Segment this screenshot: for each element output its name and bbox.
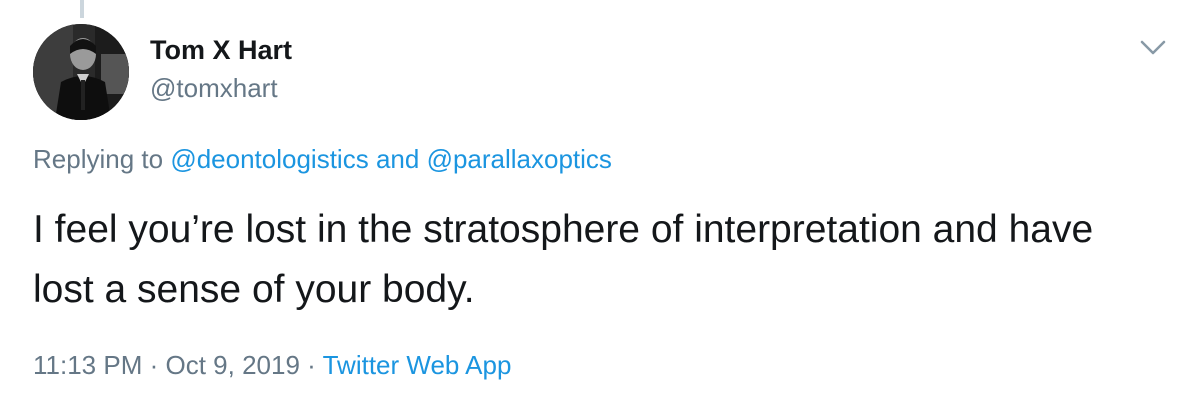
meta-separator: · [149,350,159,380]
mention-link-deontologistics[interactable]: @deontologistics [170,144,368,174]
author-handle[interactable]: @tomxhart [150,72,292,104]
author-name[interactable]: Tom X Hart [150,34,292,66]
replying-to-prefix: Replying to [33,144,164,174]
replying-to-line: Replying to @deontologistics and @parall… [33,142,612,176]
tweet-date[interactable]: Oct 9, 2019 [166,350,300,380]
tweet-text: I feel you’re lost in the stratosphere o… [33,208,1094,311]
chevron-down-icon[interactable] [1138,32,1168,62]
author-block[interactable]: Tom X Hart @tomxhart [150,34,292,104]
tweet-time[interactable]: 11:13 PM [33,350,142,380]
thread-connector-line [80,0,84,18]
avatar[interactable] [33,24,129,120]
tweet-metadata: 11:13 PM · Oct 9, 2019 · Twitter Web App [33,348,511,382]
avatar-photo [33,24,129,120]
tweet-source-link[interactable]: Twitter Web App [323,350,512,380]
mention-link-parallaxoptics[interactable]: @parallaxoptics [427,144,612,174]
meta-separator: · [307,350,316,380]
replying-to-conjunction: and [375,144,420,174]
